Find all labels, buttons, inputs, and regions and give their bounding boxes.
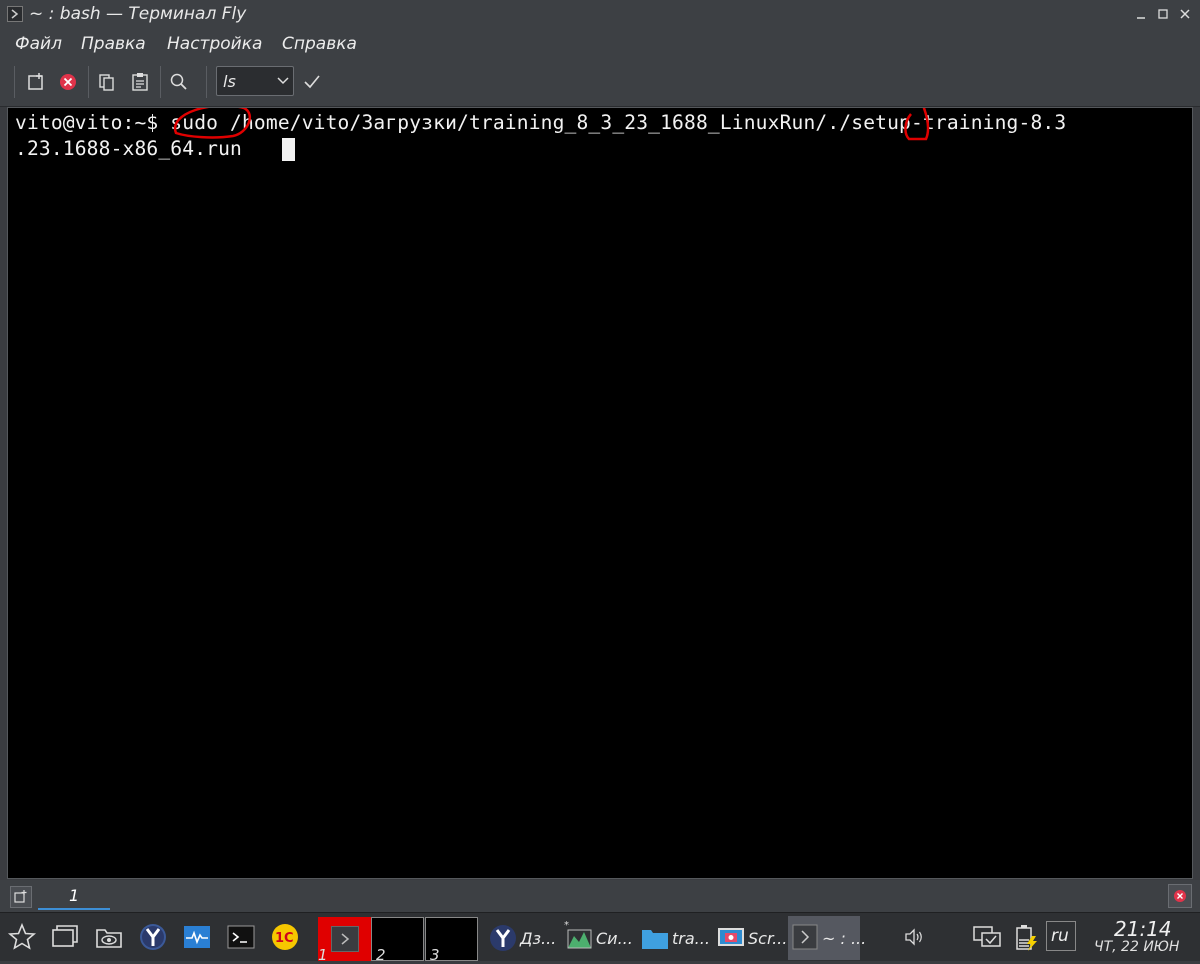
start-menu-star-icon[interactable] [7, 922, 37, 952]
toolbar-separator [206, 66, 207, 98]
terminal-icon [792, 924, 818, 950]
execute-check-icon[interactable] [300, 70, 324, 94]
chart-app-icon: * [564, 920, 592, 949]
tab-label: 1 [69, 886, 80, 905]
text-cursor [282, 138, 295, 161]
desktop-3[interactable]: 3 [425, 917, 478, 964]
task-label: tra... [672, 929, 710, 948]
task-yandex-browser[interactable]: Дз... [484, 916, 558, 960]
red-annotation-marks [173, 108, 930, 141]
clock-time[interactable]: 21:14 [1114, 917, 1172, 941]
desktop-window-thumbnail [331, 926, 359, 952]
file-manager-eye-icon[interactable] [94, 922, 124, 952]
clock-date[interactable]: ЧТ, 22 ИЮН [1094, 939, 1179, 955]
chevron-down-icon [277, 77, 289, 85]
language-label: ru [1051, 926, 1069, 946]
command-combobox[interactable]: ls [216, 66, 294, 96]
window-title: ~ : bash — Терминал Fly [29, 4, 247, 24]
keyboard-layout-indicator[interactable]: ru [1046, 921, 1076, 951]
paste-icon[interactable] [128, 70, 152, 94]
tab-1[interactable]: 1 [38, 884, 110, 910]
terminal-app-icon[interactable] [7, 6, 23, 22]
maximize-icon[interactable] [1156, 7, 1170, 21]
tab-bar: 1 [0, 880, 1200, 912]
toolbar-separator [160, 66, 161, 98]
task-label: Си... [596, 929, 633, 948]
toolbar-separator [14, 66, 15, 98]
desktop-number: 1 [318, 946, 328, 964]
svg-text:*: * [564, 920, 569, 931]
yandex-browser-icon [490, 925, 516, 951]
1c-enterprise-icon[interactable]: 1С [270, 922, 300, 952]
menu-edit[interactable]: Правка [81, 34, 146, 54]
close-icon[interactable] [1178, 7, 1192, 21]
new-tab-icon[interactable] [25, 70, 49, 94]
yandex-browser-icon[interactable] [138, 922, 168, 952]
command-value: ls [223, 72, 236, 91]
desktop-1[interactable]: 1 [318, 917, 371, 964]
desktop-number: 2 [376, 946, 386, 964]
menu-settings[interactable]: Настройка [167, 34, 262, 54]
task-system-monitor[interactable]: * Си... [560, 916, 634, 960]
menu-file[interactable]: Файл [15, 34, 62, 54]
task-label: Дз... [520, 929, 557, 948]
volume-icon[interactable] [902, 925, 926, 949]
screenshot-camera-icon [718, 928, 744, 946]
toolbar-separator [88, 66, 89, 98]
svg-text:1С: 1С [275, 931, 294, 946]
title-bar: ~ : bash — Терминал Fly [0, 0, 1200, 31]
task-label: Scr... [748, 929, 788, 948]
task-terminal[interactable]: ~ : ... [788, 916, 866, 960]
menu-bar: Файл Правка Настройка Справка [0, 30, 1200, 58]
desktop-2[interactable]: 2 [371, 917, 424, 964]
system-monitor-icon[interactable] [182, 922, 212, 952]
task-file-manager[interactable]: tra... [636, 916, 710, 960]
task-screenshot[interactable]: Scr... [712, 916, 788, 960]
menu-help[interactable]: Справка [282, 34, 357, 54]
task-label: ~ : ... [822, 929, 867, 948]
terminal-area[interactable]: vito@vito:~$ sudo /home/vito/Загрузки/tr… [7, 107, 1193, 879]
minimize-icon[interactable] [1134, 7, 1148, 21]
windows-overview-icon[interactable] [50, 922, 80, 952]
network-icon[interactable] [972, 922, 1002, 952]
terminal-launcher-icon[interactable] [226, 922, 256, 952]
copy-icon[interactable] [95, 70, 119, 94]
terminal-line-1: vito@vito:~$ sudo /home/vito/Загрузки/tr… [15, 111, 1067, 134]
desktop-number: 3 [430, 946, 440, 964]
taskbar: 1С 1 2 3 Дз... * Си... tra... Scr... ~ :… [0, 912, 1200, 964]
close-tab-icon[interactable] [56, 70, 80, 94]
folder-icon [642, 930, 668, 949]
search-icon[interactable] [167, 70, 191, 94]
battery-charging-icon[interactable] [1010, 922, 1040, 952]
terminal-line-2: .23.1688-x86_64.run [15, 137, 254, 160]
new-tab-button[interactable] [10, 886, 32, 908]
toolbar: ls [0, 58, 1200, 107]
close-tab-button[interactable] [1168, 884, 1192, 908]
